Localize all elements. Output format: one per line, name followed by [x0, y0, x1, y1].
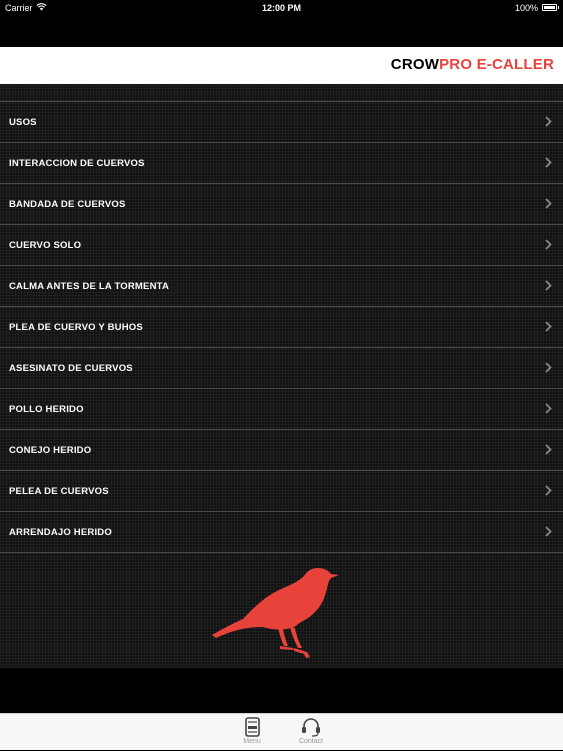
menu-item-cuervo-solo[interactable]: CUERVO SOLO [0, 224, 563, 265]
tab-contact-label: Contact [298, 738, 324, 745]
chevron-right-icon [545, 403, 552, 414]
menu-item-label: CONEJO HERIDO [9, 445, 92, 456]
menu-item-label: PELEA DE CUERVOS [9, 486, 109, 497]
app-title-pro-ecaller: PRO E-CALLER [439, 56, 554, 73]
menu-item-plea-de-cuervo-y-buhos[interactable]: PLEA DE CUERVO Y BUHOS [0, 306, 563, 347]
app-title: CROWPRO E-CALLER [391, 56, 554, 73]
chevron-right-icon [545, 485, 552, 496]
battery-icon [542, 4, 559, 11]
menu-item-conejo-herido[interactable]: CONEJO HERIDO [0, 429, 563, 470]
clock: 12:00 PM [261, 3, 302, 13]
battery-percentage: 100% [514, 3, 538, 13]
crow-logo-icon [212, 568, 339, 658]
tab-bar: Menu Contact [0, 713, 563, 750]
chevron-right-icon [545, 280, 552, 291]
menu-item-label: PLEA DE CUERVO Y BUHOS [9, 322, 143, 333]
menu-item-arrendajo-herido[interactable]: ARRENDAJO HERIDO [0, 511, 563, 553]
menu-item-label: INTERACCION DE CUERVOS [9, 158, 145, 169]
chevron-right-icon [545, 157, 552, 168]
tab-menu[interactable]: Menu [227, 717, 277, 751]
menu-item-interaccion-de-cuervos[interactable]: INTERACCION DE CUERVOS [0, 142, 563, 183]
menu-item-label: CUERVO SOLO [9, 240, 82, 251]
headset-icon [302, 718, 320, 737]
menu-item-bandada-de-cuervos[interactable]: BANDADA DE CUERVOS [0, 183, 563, 224]
chevron-right-icon [545, 526, 552, 537]
chevron-right-icon [545, 321, 552, 332]
menu-item-pelea-de-cuervos[interactable]: PELEA DE CUERVOS [0, 470, 563, 511]
menu-list: USOS INTERACCION DE CUERVOS BANDADA DE C… [0, 101, 563, 553]
app-title-crow: CROW [390, 56, 440, 73]
chevron-right-icon [545, 198, 552, 209]
menu-item-label: USOS [9, 117, 37, 128]
menu-tab-icon [244, 717, 260, 737]
menu-item-label: BANDADA DE CUERVOS [9, 199, 126, 210]
menu-item-label: ASESINATO DE CUERVOS [9, 363, 133, 374]
tab-contact[interactable]: Contact [286, 717, 336, 751]
chevron-right-icon [545, 239, 552, 250]
menu-item-asesinato-de-cuervos[interactable]: ASESINATO DE CUERVOS [0, 347, 563, 388]
menu-item-usos[interactable]: USOS [0, 101, 563, 142]
menu-item-label: ARRENDAJO HERIDO [9, 527, 112, 538]
menu-item-calma-antes-de-la-tormenta[interactable]: CALMA ANTES DE LA TORMENTA [0, 265, 563, 306]
app-header: CROWPRO E-CALLER [0, 47, 563, 84]
tab-menu-label: Menu [243, 738, 261, 745]
menu-item-pollo-herido[interactable]: POLLO HERIDO [0, 388, 563, 429]
menu-item-label: CALMA ANTES DE LA TORMENTA [9, 281, 170, 292]
chevron-right-icon [545, 444, 552, 455]
main-content: USOS INTERACCION DE CUERVOS BANDADA DE C… [0, 84, 563, 668]
menu-item-label: POLLO HERIDO [9, 404, 84, 415]
chevron-right-icon [545, 362, 552, 373]
chevron-right-icon [545, 116, 552, 127]
status-bar: Carrier 12:00 PM 100% [0, 0, 563, 17]
